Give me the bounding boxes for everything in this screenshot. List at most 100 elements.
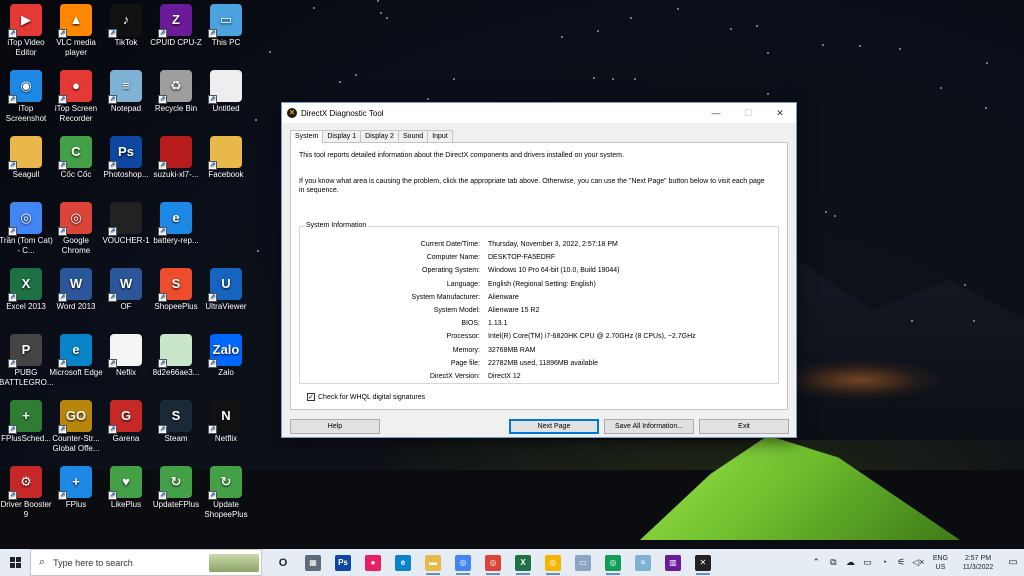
desktop-icon-label: UltraViewer [205, 302, 247, 311]
desktop-icon-label: Facebook [208, 170, 244, 179]
desktop-icon[interactable]: ◎ ↗ Google Chrome [49, 198, 103, 256]
tab-display-1[interactable]: Display 1 [322, 130, 362, 142]
desktop-icon-label: PUBG BATTLEGRO... [0, 368, 54, 387]
desktop-icon-label: 8d2e66ae3... [152, 368, 200, 377]
desktop-icon[interactable]: Ps ↗ Photoshop... [99, 132, 153, 180]
desktop-icon[interactable]: ↻ ↗ Update ShopeePlus [199, 462, 253, 520]
desktop-icon[interactable]: W ↗ Word 2013 [49, 264, 103, 312]
edge-taskbar-icon[interactable]: e [388, 549, 418, 576]
star [354, 73, 357, 76]
desktop-icon[interactable]: ↻ ↗ UpdateFPlus [149, 462, 203, 510]
tray-app-icon[interactable]: ⧉ [825, 557, 842, 568]
calculator-icon[interactable]: ▦ [298, 549, 328, 576]
desktop-icon[interactable]: S ↗ ShopeePlus [149, 264, 203, 312]
media-player-icon[interactable]: ▥ [658, 549, 688, 576]
language-indicator[interactable]: ENG US [933, 554, 948, 572]
shortcut-arrow-icon: ↗ [108, 359, 117, 368]
desktop-icon[interactable]: ▲ ↗ VLC media player [49, 0, 103, 58]
desktop-icon[interactable]: ▭ ↗ This PC [199, 0, 253, 48]
tab-sound[interactable]: Sound [397, 130, 429, 142]
desktop-icon[interactable]: Zalo ↗ Zalo [199, 330, 253, 378]
desktop-icon[interactable]: C ↗ Cốc Cốc [49, 132, 103, 180]
photoshop-taskbar-icon[interactable]: Ps [328, 549, 358, 576]
desktop-icon[interactable]: U ↗ UltraViewer [199, 264, 253, 312]
checkbox-box[interactable]: ✓ [307, 393, 315, 401]
desktop-icon[interactable]: ♪ ↗ TikTok [99, 0, 153, 48]
image-viewer-icon[interactable]: ▭ [568, 549, 598, 576]
desktop-icon[interactable]: ⚙ ↗ Driver Booster 9 [0, 462, 53, 520]
battery-icon[interactable]: ▭ [859, 557, 876, 568]
word-icon: W ↗ [58, 268, 92, 302]
image-file-icon: ↗ [158, 334, 192, 368]
excel-taskbar-icon[interactable]: X [508, 549, 538, 576]
desktop-icon-label: FPlusSched... [1, 434, 51, 443]
desktop-icon[interactable]: ◉ ↗ iTop Screenshot [0, 66, 53, 124]
tab-system[interactable]: System [290, 130, 324, 143]
next-page-button[interactable]: Next Page [509, 419, 599, 434]
photoshop-icon: Ps ↗ [108, 136, 142, 170]
task-view-icon[interactable]: O [268, 549, 298, 576]
paint3d-icon[interactable]: ● [358, 549, 388, 576]
onedrive-icon[interactable]: ☁ [842, 557, 859, 568]
chrome-taskbar-icon-2[interactable]: ◎ [478, 549, 508, 576]
volume-muted-icon[interactable]: ◁× [910, 557, 927, 568]
desktop-icon[interactable]: e ↗ Microsoft Edge [49, 330, 103, 378]
tray-status-icon[interactable]: ◔ [876, 557, 893, 568]
tab-display-2[interactable]: Display 2 [360, 130, 399, 142]
exit-button[interactable]: Exit [699, 419, 789, 434]
desktop-icon[interactable]: P ↗ PUBG BATTLEGRO... [0, 330, 54, 388]
desktop-icon[interactable]: e ↗ battery-rep... [149, 198, 203, 246]
chrome-taskbar-icon-1[interactable]: ◎ [448, 549, 478, 576]
directx-taskbar-icon[interactable]: ✕ [688, 549, 718, 576]
notepad-taskbar-icon[interactable]: ≡ [628, 549, 658, 576]
close-button[interactable]: ✕ [764, 103, 796, 123]
desktop-icon[interactable]: ↗ Untitled [199, 66, 253, 114]
desktop-icon[interactable]: GO ↗ Counter-Str... Global Offe... [49, 396, 103, 454]
desktop-icon[interactable]: S ↗ Steam [149, 396, 203, 444]
desktop-icon[interactable]: G ↗ Garena [99, 396, 153, 444]
desktop-icon[interactable]: W ↗ OF [99, 264, 153, 312]
shortcut-arrow-icon: ↗ [158, 95, 167, 104]
dxdiag-window: ✕ DirectX Diagnostic Tool — ☐ ✕ System D… [281, 102, 797, 438]
desktop-icon[interactable]: ♻ ↗ Recycle Bin [149, 66, 203, 114]
shortcut-arrow-icon: ↗ [58, 161, 67, 170]
desktop-icon[interactable]: + ↗ FPlus [49, 462, 103, 510]
wifi-icon[interactable]: ⚟ [893, 557, 910, 568]
whql-checkbox[interactable]: ✓ Check for WHQL digital signatures [307, 393, 425, 401]
desktop-icon[interactable]: ≡ ↗ Notepad [99, 66, 153, 114]
shortcut-arrow-icon: ↗ [8, 227, 17, 236]
file-explorer-icon[interactable]: ▬ [418, 549, 448, 576]
desktop-icon[interactable]: ↗ Seagull [0, 132, 53, 180]
chrome-taskbar-icon-4[interactable]: ◎ [598, 549, 628, 576]
desktop-icon[interactable]: ♥ ↗ LikePlus [99, 462, 153, 510]
info-row: Page file: 22782MB used, 11896MB availabl… [300, 360, 780, 370]
minimize-button[interactable]: — [700, 103, 732, 123]
info-row: System Model: Alienware 15 R2 [300, 307, 780, 317]
desktop-icon[interactable]: X ↗ Excel 2013 [0, 264, 53, 312]
desktop-icon[interactable]: ◎ ↗ Trần (Tom Cat) - C... [0, 198, 53, 256]
desktop-icon-label: Google Chrome [61, 236, 91, 255]
desktop-icon[interactable]: ↗ VOUCHER-1 [99, 198, 153, 246]
notification-center-icon[interactable]: ▭ [1002, 549, 1024, 576]
title-bar[interactable]: ✕ DirectX Diagnostic Tool — ☐ ✕ [282, 103, 796, 123]
chrome-taskbar-icon-3[interactable]: ◎ [538, 549, 568, 576]
desktop-icon[interactable]: ↗ 8d2e66ae3... [149, 330, 203, 378]
save-all-information-button[interactable]: Save All Information... [604, 419, 694, 434]
desktop-icon[interactable]: ↗ Facebook [199, 132, 253, 180]
search-box[interactable]: ⌕ Type here to search [30, 549, 262, 576]
desktop-icon-label: TikTok [114, 38, 138, 47]
show-hidden-icons-chevron-icon[interactable]: ⌃ [808, 557, 825, 568]
taskbar-apps: O ▦ Ps ● e ▬ ◎ ◎ X ◎ ▭ ◎ ≡ ▥ ✕ [268, 549, 718, 576]
help-button[interactable]: Help [290, 419, 380, 434]
tab-input[interactable]: Input [427, 130, 453, 142]
app-glyph: ◎ [605, 554, 621, 571]
desktop-icon[interactable]: ▶ ↗ iTop Video Editor [0, 0, 53, 58]
desktop-icon[interactable]: Z ↗ CPUID CPU-Z [149, 0, 203, 48]
start-button[interactable] [0, 549, 30, 576]
desktop-icon[interactable]: N ↗ Netflix [199, 396, 253, 444]
desktop-icon[interactable]: + ↗ FPlusSched... [0, 396, 53, 444]
desktop-icon[interactable]: ↗ Neflix [99, 330, 153, 378]
desktop-icon[interactable]: ● ↗ iTop Screen Recorder [49, 66, 103, 124]
clock[interactable]: 2:57 PM 11/3/2022 [954, 554, 1002, 572]
desktop-icon[interactable]: ↗ suzuki-xl7-... [149, 132, 203, 180]
